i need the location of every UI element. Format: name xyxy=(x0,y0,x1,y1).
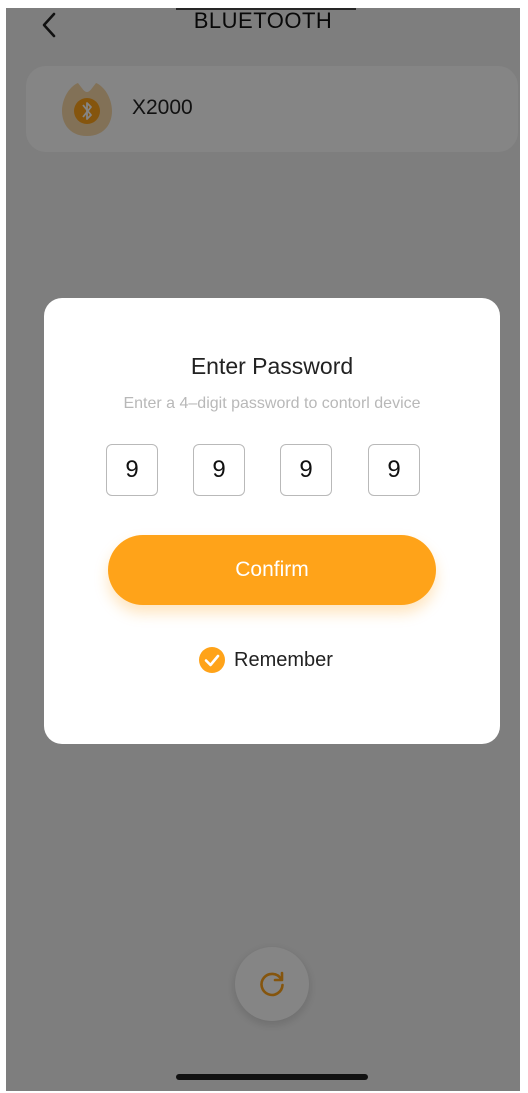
pin-digit-1[interactable]: 9 xyxy=(106,444,158,496)
pin-digit-4[interactable]: 9 xyxy=(368,444,420,496)
pin-input-row: 9 9 9 9 xyxy=(106,444,426,500)
confirm-button[interactable]: Confirm xyxy=(108,535,436,605)
pin-digit-2[interactable]: 9 xyxy=(193,444,245,496)
screen: BLUETOOTH X2000 Enter Password Enter a 4… xyxy=(6,8,520,1091)
dialog-title: Enter Password xyxy=(190,353,354,379)
remember-label: Remember xyxy=(234,649,333,671)
home-indicator xyxy=(176,1074,368,1080)
pin-digit-3[interactable]: 9 xyxy=(280,444,332,496)
dialog-subtitle: Enter a 4–digit password to contorl devi… xyxy=(123,395,421,412)
checkmark-circle-icon xyxy=(199,647,225,673)
password-dialog: Enter Password Enter a 4–digit password … xyxy=(44,298,500,744)
